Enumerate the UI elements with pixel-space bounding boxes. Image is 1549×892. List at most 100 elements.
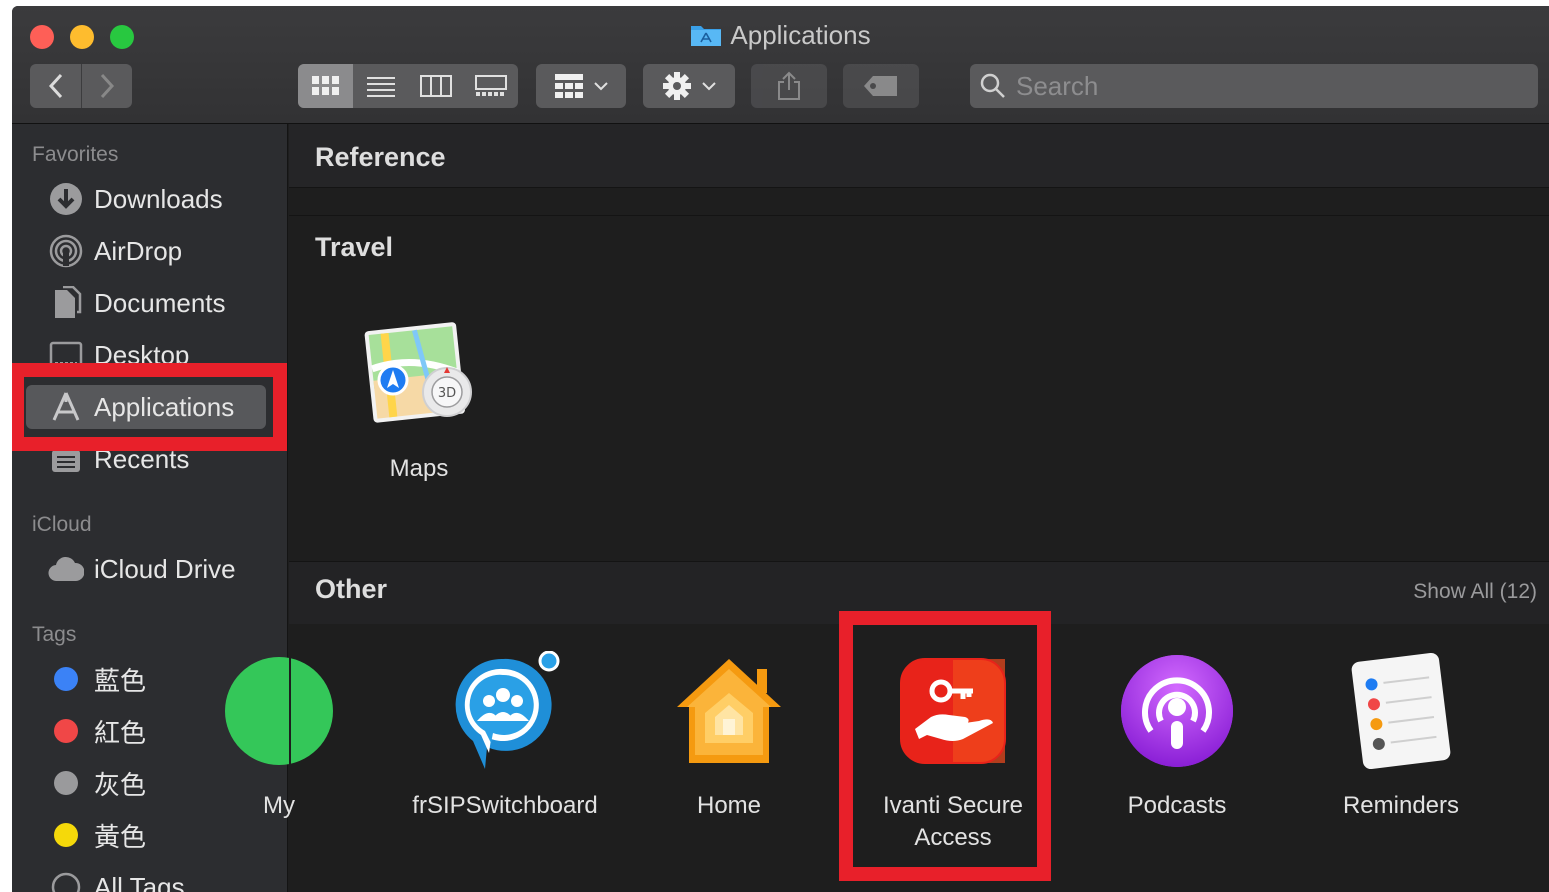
app-frsipswitchboard[interactable]: frSIPSwitchboard — [395, 650, 615, 822]
share-inner — [751, 64, 827, 108]
reminders-app-icon — [1351, 652, 1451, 770]
tag-color-dot — [54, 823, 78, 847]
search-input[interactable] — [1016, 70, 1496, 102]
sidebar-item-label: Documents — [94, 287, 226, 318]
svg-text:3D: 3D — [438, 386, 456, 401]
main-content: Reference Travel 3D Maps Other Show All … — [225, 124, 1549, 892]
list-icon — [366, 77, 395, 97]
app-podcasts[interactable]: Podcasts — [1067, 651, 1287, 822]
app-label-line1: Ivanti Secure — [882, 792, 1024, 819]
sidebar-item-label: 紅色 — [94, 717, 147, 748]
sidebar-item-label: 灰色 — [94, 769, 147, 800]
sidebar-item-label: 藍色 — [94, 665, 147, 696]
ivanti-secure-access-app-icon — [900, 658, 1006, 764]
sidebar-tag-all[interactable]: All Tags — [26, 865, 266, 892]
app-label: Podcasts — [1127, 792, 1227, 819]
airdrop-icon — [48, 233, 84, 269]
columns-icon — [419, 75, 452, 97]
group-by-inner — [536, 64, 626, 108]
sidebar-item-label: 黃色 — [94, 821, 147, 852]
section-title-other: Other — [315, 574, 388, 604]
tag-color-dot — [54, 771, 78, 795]
sidebar-item-downloads[interactable]: Downloads — [26, 177, 266, 221]
sidebar-section-icloud: iCloud — [32, 513, 92, 536]
sidebar-item-desktop[interactable]: Desktop — [26, 333, 266, 377]
sidebar-item-label: Applications — [94, 391, 235, 422]
tag-color-dot — [54, 719, 78, 743]
tag-icon — [864, 76, 897, 96]
app-maps[interactable]: 3D Maps — [309, 314, 529, 485]
cloud-icon — [48, 551, 84, 587]
all-tags-icon — [48, 869, 84, 892]
chevron-down-icon — [594, 82, 608, 91]
app-label: Home — [696, 792, 762, 819]
app-home[interactable]: Home — [619, 651, 839, 822]
section-divider — [289, 215, 1549, 216]
sidebar-item-airdrop[interactable]: AirDrop — [26, 229, 266, 273]
app-label-line2: Access — [914, 824, 992, 851]
app-label: Reminders — [1342, 792, 1460, 819]
search-icon — [980, 73, 1005, 98]
desktop-icon — [48, 337, 84, 373]
podcasts-app-icon — [1121, 655, 1233, 767]
view-mode-switcher — [298, 64, 518, 108]
app-ivanti-secure-access[interactable]: Ivanti Secure Access — [843, 651, 1063, 854]
chevron-left-icon — [48, 73, 62, 99]
gallery-view-button[interactable] — [463, 64, 518, 108]
sidebar-item-documents[interactable]: Documents — [26, 281, 266, 325]
nav-buttons — [30, 64, 132, 108]
documents-icon — [48, 285, 84, 321]
gallery-icon — [474, 75, 507, 96]
chevron-right-icon — [100, 73, 115, 99]
share-button[interactable] — [751, 64, 827, 108]
section-header-other — [289, 562, 1549, 624]
action-menu-button[interactable] — [643, 64, 735, 108]
tag-inner — [843, 64, 919, 108]
gear-icon — [663, 72, 691, 100]
toolbar: Applications — [12, 6, 1549, 124]
sidebar-section-favorites: Favorites — [32, 143, 119, 166]
frsipswitchboard-app-icon — [455, 650, 560, 769]
section-title-reference: Reference — [315, 142, 446, 172]
sidebar-item-label: iCloud Drive — [94, 553, 236, 584]
list-view-button[interactable] — [353, 64, 408, 108]
window-title-text: Applications — [730, 20, 871, 50]
grid-icon — [311, 76, 339, 95]
sidebar-item-label: Desktop — [94, 339, 190, 370]
applications-icon — [48, 389, 84, 425]
tag-button[interactable] — [843, 64, 919, 108]
app-label: Maps — [389, 455, 449, 482]
column-view-button[interactable] — [408, 64, 463, 108]
group-by-button[interactable] — [536, 64, 626, 108]
clip-edge — [289, 644, 291, 784]
sidebar-item-recents[interactable]: Recents — [26, 437, 266, 481]
grid-icon — [555, 74, 583, 98]
download-icon — [48, 181, 84, 217]
icon-view-button[interactable] — [298, 64, 353, 108]
app-reminders[interactable]: Reminders — [1291, 651, 1511, 822]
forward-button[interactable] — [81, 64, 132, 108]
window-title: Applications — [12, 20, 1549, 51]
chevron-down-icon — [702, 82, 716, 91]
finder-window: Applications Search Favorites Downloads … — [12, 6, 1549, 892]
tag-color-dot — [54, 667, 78, 691]
home-app-icon — [677, 659, 781, 763]
sidebar-item-label: Downloads — [94, 183, 223, 214]
sidebar-item-label: All Tags — [94, 871, 185, 892]
sidebar-item-applications[interactable]: Applications — [26, 385, 266, 429]
sidebar-item-icloud-drive[interactable]: iCloud Drive — [26, 547, 266, 591]
app-label: frSIPSwitchboard — [412, 792, 598, 819]
section-title-travel: Travel — [315, 232, 394, 262]
search-field[interactable] — [970, 64, 1538, 108]
maps-app-icon: 3D — [364, 322, 472, 423]
show-all-link[interactable]: Show All (12) — [1413, 580, 1537, 604]
app-find-my[interactable]: My — [169, 651, 389, 822]
app-label: My — [263, 792, 295, 819]
back-button[interactable] — [30, 64, 81, 108]
applications-folder-icon — [691, 26, 722, 46]
sidebar-item-label: AirDrop — [94, 235, 183, 266]
sidebar-item-label: Recents — [94, 443, 190, 474]
find-my-app-icon — [225, 657, 333, 765]
action-menu-inner — [643, 64, 735, 108]
section-header-reference — [289, 124, 1549, 188]
